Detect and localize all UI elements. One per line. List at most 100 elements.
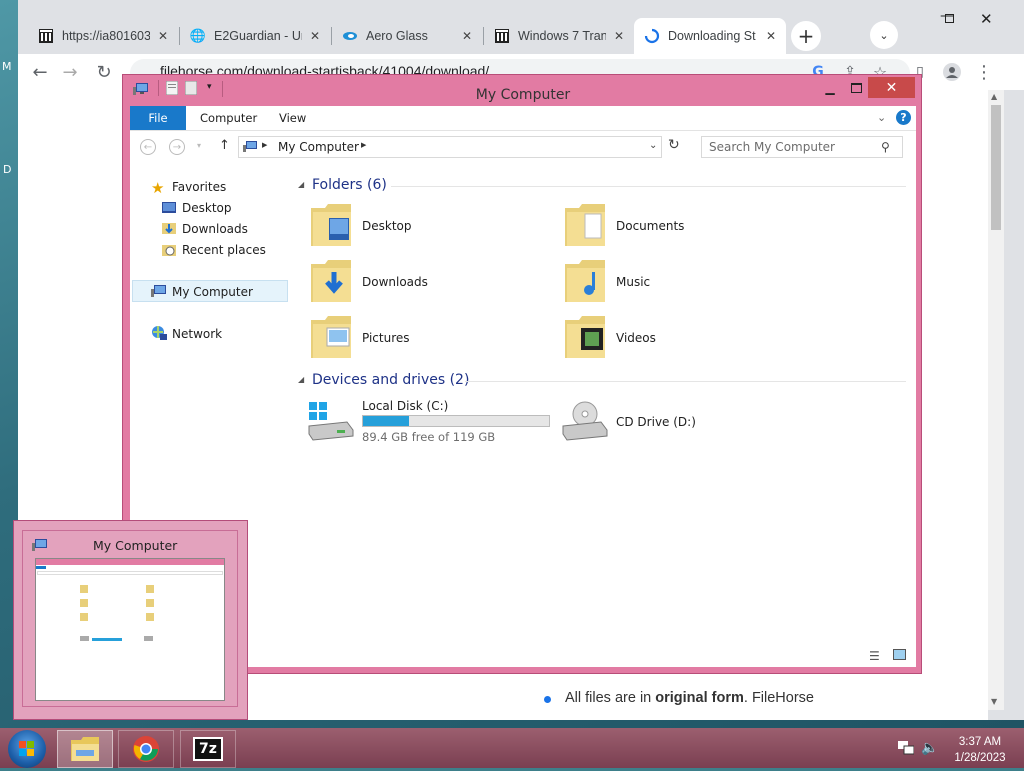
ribbon-expand-icon[interactable]: ⌄ [877, 111, 886, 124]
windows-logo-icon [19, 741, 34, 756]
collapse-group-icon[interactable]: ◢ [298, 180, 304, 189]
folder-icon [309, 256, 353, 309]
thumb-folder [80, 613, 88, 621]
close-tab-icon[interactable]: ✕ [766, 29, 776, 43]
thumb-folder [80, 585, 88, 593]
help-icon[interactable]: ? [896, 110, 911, 125]
scroll-up-icon[interactable]: ▲ [991, 92, 997, 101]
recent-places-icon [162, 243, 176, 260]
page-scrollbar-thumb[interactable] [991, 105, 1001, 230]
close-window-button[interactable]: ✕ [868, 77, 915, 98]
breadcrumb-my-computer[interactable]: My Computer [278, 140, 359, 154]
chrome-icon [133, 736, 159, 762]
forward-icon[interactable]: → [169, 139, 185, 155]
nav-network[interactable]: Network [172, 327, 222, 341]
breadcrumb-chevron-icon[interactable]: ▶ [361, 141, 366, 149]
hard-drive-icon [307, 400, 355, 445]
refresh-icon[interactable]: ↻ [668, 137, 680, 153]
browser-tab-2[interactable]: 🌐 E2Guardian - Un ✕ [180, 18, 330, 54]
archive-icon [494, 28, 510, 44]
large-icons-view-icon[interactable] [893, 649, 906, 660]
computer-icon [243, 140, 257, 156]
breadcrumb-chevron-icon[interactable]: ▶ [262, 141, 267, 149]
drive-d-name[interactable]: CD Drive (D:) [616, 415, 696, 429]
close-tab-icon[interactable]: ✕ [158, 29, 168, 43]
tab-title: https://ia801603 [62, 29, 150, 43]
folder-downloads[interactable]: Downloads [362, 275, 428, 289]
up-arrow-icon[interactable]: ↑ [219, 138, 230, 153]
forward-arrow-icon[interactable]: → [58, 60, 82, 84]
drive-c-usage-bar [362, 415, 550, 427]
desktop-icon-label-d[interactable]: D [3, 163, 11, 176]
browser-tab-4[interactable]: Windows 7 Trans ✕ [484, 18, 634, 54]
system-clock[interactable]: 3:37 AM 1/28/2023 [945, 734, 1015, 766]
path-divider [661, 136, 662, 158]
folder-documents[interactable]: Documents [616, 219, 684, 233]
drive-c-name[interactable]: Local Disk (C:) [362, 399, 448, 413]
folders-group-header[interactable]: Folders (6) [312, 177, 387, 193]
close-browser-button[interactable]: ✕ [980, 10, 993, 28]
seven-zip-icon: 7z [193, 737, 223, 761]
reload-icon[interactable]: ↻ [92, 60, 116, 84]
drives-group-header[interactable]: Devices and drives (2) [312, 372, 469, 388]
network-tray-icon[interactable] [898, 741, 915, 758]
thumb-drive [144, 636, 153, 641]
close-tab-icon[interactable]: ✕ [614, 29, 624, 43]
thumbnail-title: My Computer [93, 538, 178, 553]
star-icon: ★ [151, 179, 165, 197]
tab-title: Windows 7 Trans [518, 29, 606, 43]
browser-tab-5-active[interactable]: Downloading St ✕ [634, 18, 786, 54]
browser-tab-3[interactable]: Aero Glass ✕ [332, 18, 482, 54]
computer-icon [32, 538, 48, 555]
menu-dots-icon[interactable]: ⋮ [972, 60, 996, 84]
folder-pictures[interactable]: Pictures [362, 331, 410, 345]
folder-music[interactable]: Music [616, 275, 650, 289]
ribbon-tab-view[interactable]: View [265, 106, 320, 130]
close-tab-icon[interactable]: ✕ [462, 29, 472, 43]
tab-title: Downloading St [668, 29, 756, 43]
nav-my-computer[interactable]: My Computer [172, 285, 253, 299]
drive-c-usage-fill [363, 416, 410, 426]
ribbon-tab-file[interactable]: File [130, 106, 186, 130]
close-tab-icon[interactable]: ✕ [310, 29, 320, 43]
thumb-titlebar [36, 559, 224, 565]
path-dropdown-icon[interactable]: ⌄ [649, 140, 657, 151]
nav-favorites[interactable]: Favorites [172, 180, 226, 194]
taskbar-explorer[interactable] [57, 730, 113, 768]
new-tab-button[interactable]: + [791, 21, 821, 51]
nav-downloads[interactable]: Downloads [182, 222, 248, 236]
maximize-window-button[interactable] [849, 78, 863, 98]
minimize-window-button[interactable]: ▁ [823, 78, 837, 98]
restore-browser-button[interactable] [945, 14, 954, 23]
window-title: My Computer [475, 87, 571, 103]
back-icon[interactable]: ← [140, 139, 156, 155]
thumb-folder [146, 613, 154, 621]
desktop-icon [162, 202, 176, 217]
browser-tab-1[interactable]: https://ia801603 ✕ [28, 18, 178, 54]
desktop-icon-label-m[interactable]: M [2, 60, 12, 73]
volume-icon[interactable]: 🔈 [921, 740, 938, 756]
profile-icon[interactable] [940, 60, 964, 84]
folder-icon [309, 200, 353, 253]
folder-icon [71, 737, 99, 761]
search-icon[interactable]: ⚲ [881, 140, 890, 154]
folder-desktop[interactable]: Desktop [362, 219, 412, 233]
folder-videos[interactable]: Videos [616, 331, 656, 345]
list-bullet [544, 696, 551, 703]
back-arrow-icon[interactable]: ← [28, 60, 52, 84]
folder-icon [563, 312, 607, 365]
details-view-icon[interactable]: ☰ [869, 649, 880, 663]
thumb-folder [80, 599, 88, 607]
tab-search-button[interactable]: ⌄ [870, 21, 898, 49]
ribbon-tab-computer[interactable]: Computer [186, 106, 271, 130]
nav-desktop[interactable]: Desktop [182, 201, 232, 215]
nav-recent-places[interactable]: Recent places [182, 243, 266, 257]
taskbar-7zip[interactable]: 7z [180, 730, 236, 768]
recent-locations-icon[interactable]: ▾ [197, 141, 201, 150]
search-placeholder[interactable]: Search My Computer [709, 140, 835, 154]
start-button[interactable] [8, 730, 46, 768]
scroll-down-icon[interactable]: ▼ [991, 697, 997, 706]
clock-time: 3:37 AM [958, 736, 1002, 748]
taskbar-chrome[interactable] [118, 730, 174, 768]
collapse-group-icon[interactable]: ◢ [298, 375, 304, 384]
